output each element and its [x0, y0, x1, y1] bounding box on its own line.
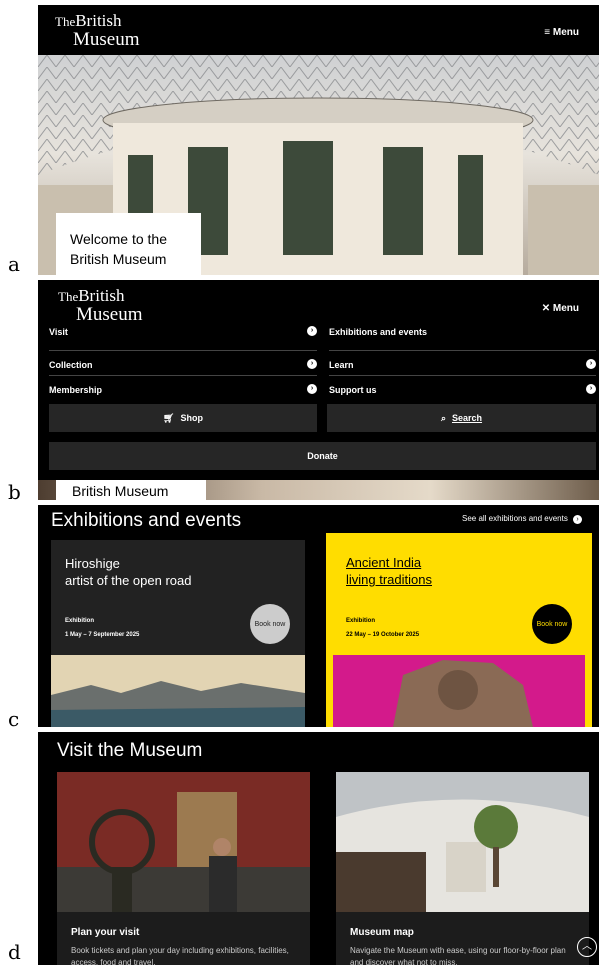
exhibition-dates: 22 May – 19 October 2025 [346, 632, 420, 638]
exhibition-dates: 1 May – 7 September 2025 [65, 632, 140, 638]
nav-item-learn[interactable]: Learn › [329, 352, 596, 377]
close-icon: ✕ [541, 303, 551, 314]
nav-item-visit[interactable]: Visit › [49, 319, 317, 344]
exhibition-type: Exhibition [65, 618, 94, 624]
close-menu-button[interactable]: ✕ Menu [542, 303, 579, 314]
panel-label-a: a [8, 252, 20, 276]
card-title: Museum map [350, 927, 414, 938]
chevron-right-icon: › [573, 515, 583, 524]
book-now-button[interactable]: Book now [250, 604, 290, 644]
menu-open-panel: TheBritish Museum ✕ Menu Visit › Collect… [38, 280, 599, 500]
scroll-to-top-button[interactable]: ︿ [577, 937, 597, 957]
visit-museum-panel: Visit the Museum Plan your visit Book ti… [38, 732, 599, 965]
section-heading: Visit the Museum [57, 740, 203, 761]
hero-peek: British Museum [38, 480, 599, 500]
nav-item-membership[interactable]: Membership › [49, 377, 317, 402]
card-title: Plan your visit [71, 927, 140, 938]
ancient-india-artwork [333, 655, 585, 727]
site-header: TheBritish Museum ≡ Menu [38, 5, 599, 55]
nav-item-collection[interactable]: Collection › [49, 352, 317, 377]
donate-button[interactable]: Donate [49, 442, 596, 470]
exhibition-subtitle: living traditions [346, 572, 432, 587]
site-logo[interactable]: TheBritish Museum [55, 12, 140, 49]
panel-label-d: d [8, 940, 21, 964]
exhibition-type: Exhibition [346, 618, 375, 624]
search-icon: ⌕ [440, 412, 446, 423]
nav-item-support[interactable]: Support us › [329, 377, 596, 402]
shop-button[interactable]: 🛒︎ Shop [49, 404, 317, 432]
welcome-title-box: Welcome to the British Museum [56, 213, 201, 275]
panel-label-c: c [8, 707, 20, 731]
card-description: Navigate the Museum with ease, using our… [350, 946, 566, 965]
hamburger-icon: ≡ [544, 27, 551, 38]
homepage-hero-panel: TheBritish Museum ≡ Menu Welcome to the … [38, 5, 599, 275]
chevron-right-icon: › [307, 326, 317, 336]
chevron-right-icon: › [586, 384, 596, 394]
menu-button[interactable]: ≡ Menu [544, 27, 579, 38]
gallery-photo [57, 772, 310, 912]
museum-map-card[interactable]: Museum map Navigate the Museum with ease… [336, 772, 589, 965]
divider [329, 375, 596, 376]
exhibition-title: Hiroshige [65, 556, 120, 571]
divider [49, 350, 317, 351]
see-all-exhibitions-link[interactable]: See all exhibitions and events › [462, 514, 583, 524]
chevron-right-icon: › [586, 359, 596, 369]
great-court-photo [336, 772, 589, 912]
hero-image: Welcome to the British Museum [38, 55, 599, 275]
card-description: Book tickets and plan your day including… [71, 946, 289, 965]
exhibition-card-hiroshige[interactable]: Hiroshige artist of the open road Exhibi… [51, 540, 305, 727]
hero-title-peek: British Museum [56, 480, 206, 500]
cart-icon: 🛒︎ [163, 412, 175, 423]
chevron-right-icon: › [307, 359, 317, 369]
panel-label-b: b [8, 480, 21, 504]
divider [329, 350, 596, 351]
book-now-button[interactable]: Book now [532, 604, 572, 644]
hiroshige-artwork [51, 655, 305, 727]
exhibition-card-ancient-india[interactable]: Ancient India living traditions Exhibiti… [326, 533, 592, 727]
nav-item-exhibitions[interactable]: Exhibitions and events [329, 319, 596, 344]
chevron-right-icon: › [307, 384, 317, 394]
exhibitions-panel: Exhibitions and events See all exhibitio… [38, 505, 599, 727]
divider [49, 375, 317, 376]
chevron-up-icon: ︿ [582, 941, 592, 952]
exhibition-subtitle: artist of the open road [65, 573, 192, 588]
section-heading: Exhibitions and events [51, 510, 242, 531]
exhibition-title: Ancient India [346, 555, 422, 570]
plan-your-visit-card[interactable]: Plan your visit Book tickets and plan yo… [57, 772, 310, 965]
search-button[interactable]: ⌕ Search [327, 404, 596, 432]
